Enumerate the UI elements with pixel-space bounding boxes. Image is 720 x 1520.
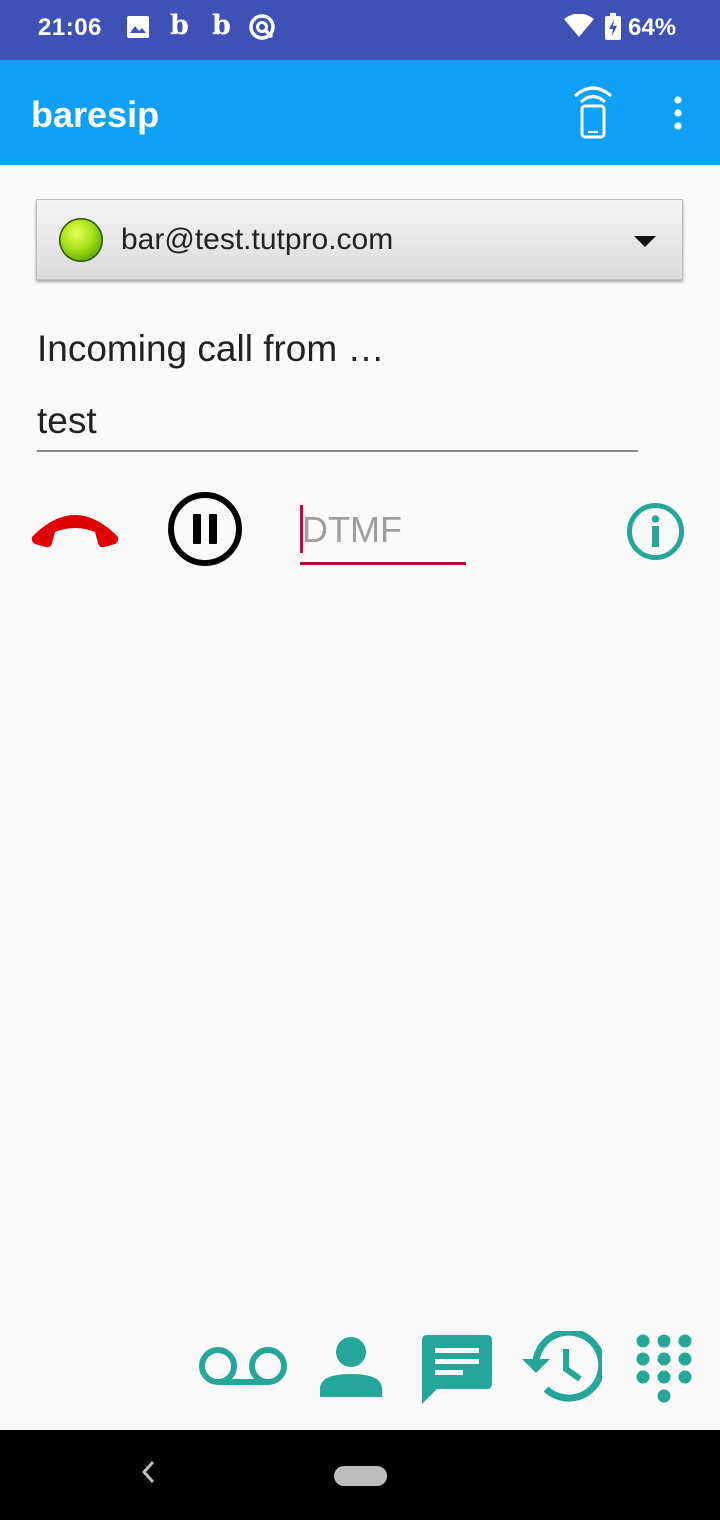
hangup-icon[interactable]: [28, 503, 122, 551]
messages-icon[interactable]: [421, 1334, 493, 1409]
contacts-icon[interactable]: [318, 1337, 384, 1402]
hold-button[interactable]: [166, 490, 244, 568]
home-pill-icon[interactable]: [334, 1466, 387, 1486]
image-notification-icon: [126, 15, 150, 44]
chevron-down-icon: [634, 236, 656, 247]
status-time: 21:06: [38, 14, 102, 41]
battery-percent: 64%: [628, 14, 677, 41]
b-notification-icon: b: [212, 10, 231, 41]
call-history-icon[interactable]: [520, 1328, 606, 1408]
dtmf-placeholder: DTMF: [302, 509, 402, 550]
back-icon[interactable]: [138, 1456, 158, 1496]
voicemail-icon[interactable]: [197, 1345, 289, 1392]
phone-signal-icon[interactable]: [570, 82, 616, 145]
peer-uri-text: test: [37, 400, 97, 441]
call-status-title: Incoming call from …: [37, 328, 385, 369]
account-selector[interactable]: bar@test.tutpro.com: [36, 199, 683, 280]
pause-icon: [168, 492, 242, 566]
wifi-icon: [564, 13, 594, 43]
account-label: bar@test.tutpro.com: [121, 223, 394, 256]
system-nav-bar: [0, 1430, 720, 1520]
sync-notification-icon: [248, 13, 276, 46]
info-icon[interactable]: [626, 502, 685, 561]
b-notification-icon: b: [170, 10, 189, 41]
dialpad-icon[interactable]: [635, 1333, 693, 1410]
more-vert-icon[interactable]: [671, 96, 685, 135]
registration-status-icon: [59, 218, 103, 262]
battery-icon: [604, 13, 622, 46]
app-bar: baresip: [0, 60, 720, 165]
peer-uri-field[interactable]: test: [37, 398, 638, 452]
status-bar: 21:06 b b 64%: [0, 0, 720, 60]
app-title: baresip: [31, 94, 160, 135]
dtmf-input[interactable]: DTMF: [300, 500, 466, 565]
